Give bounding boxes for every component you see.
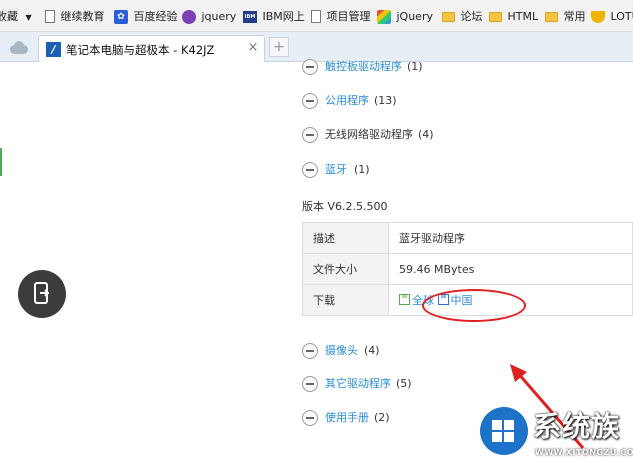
annotation-arrow [510,364,585,449]
watermark-brand: 系统族 [533,410,621,443]
watermark-url: WWW.XITONGZU.COM [535,448,633,457]
watermark: 系统族 WWW.XITONGZU.COM [480,403,633,463]
windows-logo-icon [480,407,528,455]
